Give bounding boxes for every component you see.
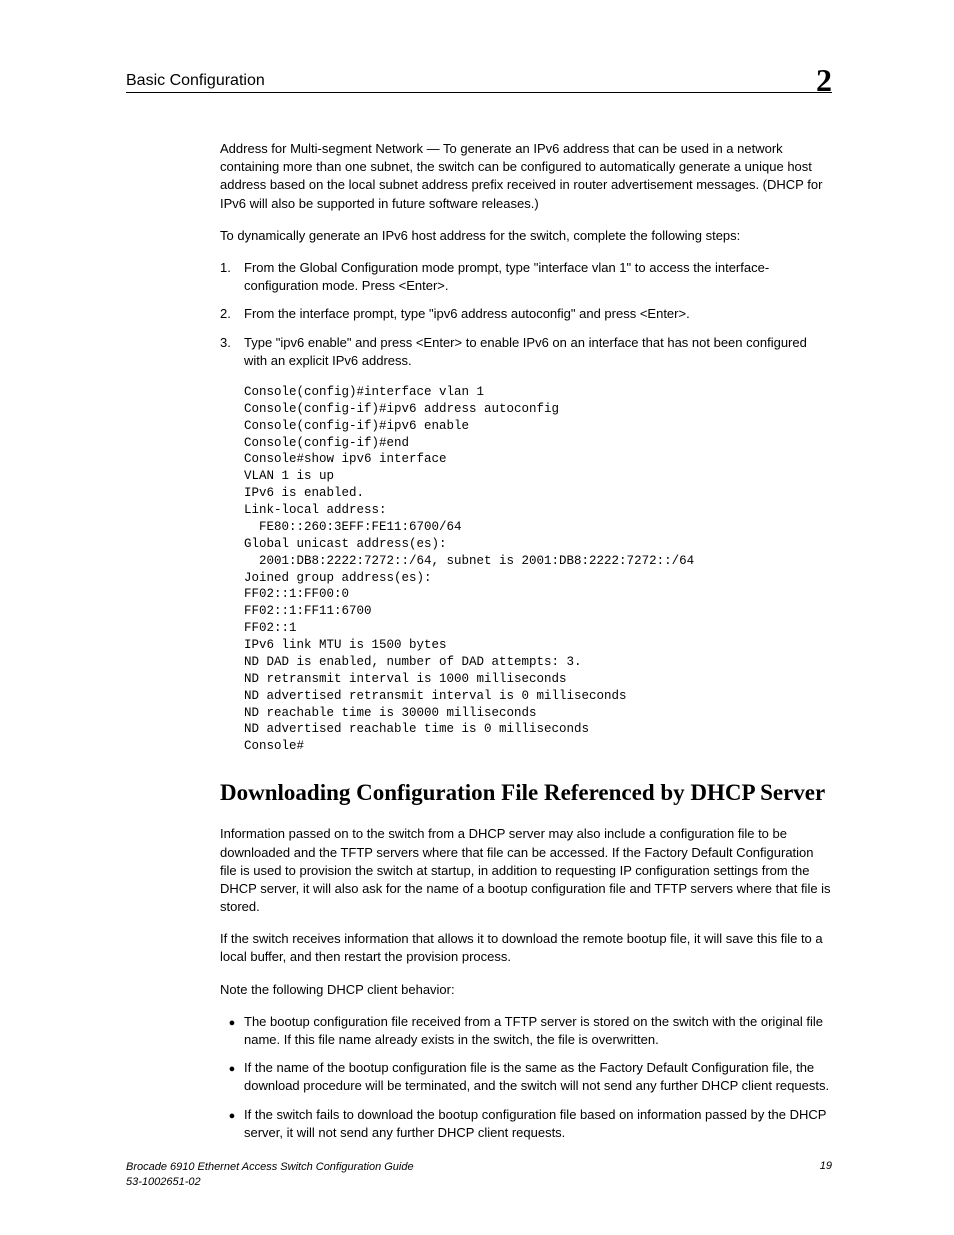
section-heading: Downloading Configuration File Reference… <box>220 777 832 809</box>
step-number: 2. <box>220 305 244 323</box>
list-item: ● If the switch fails to download the bo… <box>220 1106 832 1142</box>
step-number: 3. <box>220 334 244 370</box>
intro-paragraph-1: Address for Multi-segment Network — To g… <box>220 140 832 213</box>
section-paragraph-1: Information passed on to the switch from… <box>220 825 832 916</box>
page-header: Basic Configuration 2 <box>126 62 832 99</box>
console-output: Console(config)#interface vlan 1 Console… <box>244 384 832 755</box>
step-text: From the interface prompt, type "ipv6 ad… <box>244 305 832 323</box>
page-footer: Brocade 6910 Ethernet Access Switch Conf… <box>126 1160 832 1189</box>
step-number: 1. <box>220 259 244 295</box>
footer-line-2: 53-1002651-02 <box>126 1175 414 1189</box>
bullet-icon: ● <box>220 1013 244 1049</box>
intro-paragraph-2: To dynamically generate an IPv6 host add… <box>220 227 832 245</box>
step-text: From the Global Configuration mode promp… <box>244 259 832 295</box>
bullet-icon: ● <box>220 1059 244 1095</box>
page-number: 19 <box>820 1160 832 1189</box>
list-item: ● If the name of the bootup configuratio… <box>220 1059 832 1095</box>
chapter-number: 2 <box>816 62 832 99</box>
bullet-text: If the switch fails to download the boot… <box>244 1106 832 1142</box>
steps-list: 1. From the Global Configuration mode pr… <box>220 259 832 370</box>
bullet-text: If the name of the bootup configuration … <box>244 1059 832 1095</box>
page-content: Address for Multi-segment Network — To g… <box>220 140 832 1156</box>
footer-line-1: Brocade 6910 Ethernet Access Switch Conf… <box>126 1160 414 1174</box>
step-item: 1. From the Global Configuration mode pr… <box>220 259 832 295</box>
header-title: Basic Configuration <box>126 72 265 90</box>
bullet-text: The bootup configuration file received f… <box>244 1013 832 1049</box>
footer-doc-info: Brocade 6910 Ethernet Access Switch Conf… <box>126 1160 414 1189</box>
bullet-icon: ● <box>220 1106 244 1142</box>
header-rule <box>126 92 832 93</box>
section-paragraph-3: Note the following DHCP client behavior: <box>220 981 832 999</box>
section-paragraph-2: If the switch receives information that … <box>220 930 832 966</box>
step-item: 2. From the interface prompt, type "ipv6… <box>220 305 832 323</box>
list-item: ● The bootup configuration file received… <box>220 1013 832 1049</box>
step-item: 3. Type "ipv6 enable" and press <Enter> … <box>220 334 832 370</box>
step-text: Type "ipv6 enable" and press <Enter> to … <box>244 334 832 370</box>
bullet-list: ● The bootup configuration file received… <box>220 1013 832 1142</box>
